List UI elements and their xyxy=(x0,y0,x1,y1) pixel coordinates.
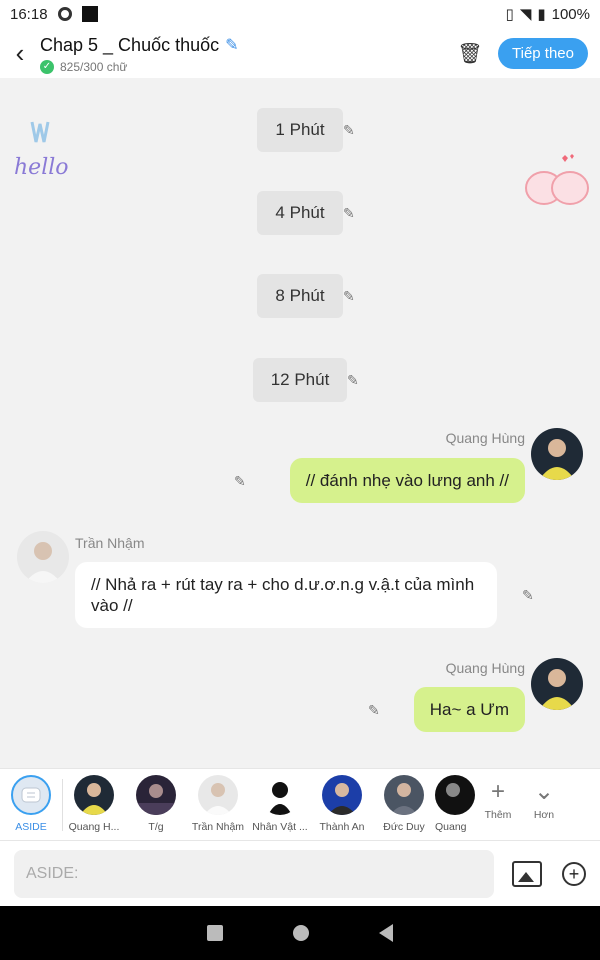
system-nav-bar xyxy=(0,906,600,960)
back-triangle-icon[interactable] xyxy=(379,924,393,942)
character-item[interactable]: Nhân Vật ... xyxy=(249,769,311,833)
next-button[interactable]: Tiếp theo xyxy=(498,37,588,69)
status-time: 16:18 xyxy=(10,5,48,23)
time-marker: 4 Phút ✎ xyxy=(0,191,600,235)
notification-icon xyxy=(81,6,98,22)
avatar[interactable] xyxy=(17,531,69,583)
character-label: ASIDE xyxy=(15,821,47,833)
word-count: 825/300 chữ xyxy=(60,59,128,74)
character-item[interactable]: Thành An xyxy=(311,769,373,833)
edit-message-icon[interactable]: ✎ xyxy=(522,587,534,604)
edit-time-icon[interactable]: ✎ xyxy=(343,122,355,139)
expand-characters-button[interactable]: ⌄ Hơn xyxy=(521,769,567,821)
time-marker: 12 Phút ✎ xyxy=(0,358,600,402)
status-bar: 16:18 ▯ ◥ ▮ 100% xyxy=(0,0,600,28)
composer-bar: + xyxy=(0,840,600,906)
add-character-button[interactable]: + Thêm xyxy=(475,769,521,821)
time-pill[interactable]: 1 Phút xyxy=(257,108,343,152)
avatar[interactable] xyxy=(531,658,583,710)
avatar[interactable] xyxy=(531,428,583,480)
add-circle-icon[interactable]: + xyxy=(562,861,586,886)
message-bubble[interactable]: Ha~ a Ưm xyxy=(413,687,525,732)
edit-title-icon[interactable]: ✎ xyxy=(225,35,238,55)
recents-icon[interactable] xyxy=(207,925,223,941)
character-item[interactable]: T/g xyxy=(125,769,187,833)
character-label: Trần Nhậm xyxy=(191,821,245,833)
chat-area: hello 1 Phút ✎ 4 Phút ✎ 8 Phút ✎ 12 Phút… xyxy=(0,78,600,768)
avatar xyxy=(435,775,475,815)
avatar xyxy=(136,775,176,815)
edit-message-icon[interactable]: ✎ xyxy=(234,473,246,490)
wifi-icon: ◥ xyxy=(519,6,532,23)
character-bar: ASIDE Quang H... T/g Trần Nhậm Nhân Vật … xyxy=(0,768,600,840)
character-item[interactable]: Trần Nhậm xyxy=(187,769,249,833)
character-label: Quang H... xyxy=(68,821,120,833)
avatar xyxy=(260,775,300,815)
app-header: ‹ Chap 5 _ Chuốc thuốc ✎ ✓ 825/300 chữ 🗑… xyxy=(0,28,600,78)
character-aside[interactable]: ASIDE xyxy=(0,769,62,833)
add-character-label: Thêm xyxy=(484,809,512,821)
home-icon[interactable] xyxy=(293,925,309,941)
character-item[interactable]: Quang xyxy=(435,769,475,833)
aside-chat-icon xyxy=(11,775,51,815)
expand-label: Hơn xyxy=(533,809,555,821)
character-label: T/g xyxy=(148,821,164,833)
settings-gear-icon xyxy=(57,7,72,21)
character-label: Quang xyxy=(435,821,467,833)
trash-icon[interactable]: 🗑 xyxy=(450,41,490,66)
edit-message-icon[interactable]: ✎ xyxy=(368,702,380,719)
time-pill[interactable]: 4 Phút xyxy=(257,191,343,235)
battery-icon: ▮ xyxy=(537,6,546,23)
character-item[interactable]: Đức Duy xyxy=(373,769,435,833)
image-icon[interactable] xyxy=(512,860,542,887)
sender-name: Trần Nhậm xyxy=(75,535,145,551)
time-pill[interactable]: 8 Phút xyxy=(257,274,343,318)
time-marker: 1 Phút ✎ xyxy=(0,108,600,152)
back-arrow-icon[interactable]: ‹ xyxy=(0,28,40,78)
svg-text:hello: hello xyxy=(14,155,69,178)
edit-time-icon[interactable]: ✎ xyxy=(347,372,359,389)
avatar xyxy=(74,775,114,815)
character-label: Thành An xyxy=(319,821,365,833)
edit-time-icon[interactable]: ✎ xyxy=(343,205,355,222)
time-pill[interactable]: 12 Phút xyxy=(252,358,348,402)
avatar xyxy=(198,775,238,815)
message-bubble[interactable]: // Nhả ra + rút tay ra + cho d.ư.ơ.n.g v… xyxy=(75,562,497,628)
plus-icon: + xyxy=(490,778,505,805)
chapter-title: Chap 5 _ Chuốc thuốc xyxy=(40,34,220,55)
character-label: Đức Duy xyxy=(383,821,425,833)
avatar xyxy=(384,775,424,815)
message-bubble[interactable]: // đánh nhẹ vào lưng anh // xyxy=(289,458,525,503)
avatar xyxy=(322,775,362,815)
character-item[interactable]: Quang H... xyxy=(63,769,125,833)
time-marker: 8 Phút ✎ xyxy=(0,274,600,318)
chevron-down-icon: ⌄ xyxy=(533,778,555,805)
vibrate-icon: ▯ xyxy=(505,6,514,23)
message-input[interactable] xyxy=(14,849,494,898)
edit-time-icon[interactable]: ✎ xyxy=(343,288,355,305)
battery-level: 100% xyxy=(551,5,590,23)
chapter-title-box: Chap 5 _ Chuốc thuốc ✎ ✓ 825/300 chữ xyxy=(40,33,450,74)
check-icon: ✓ xyxy=(40,59,54,74)
character-label: Nhân Vật ... xyxy=(252,821,308,833)
sender-name: Quang Hùng xyxy=(445,660,525,676)
sender-name: Quang Hùng xyxy=(445,430,525,446)
